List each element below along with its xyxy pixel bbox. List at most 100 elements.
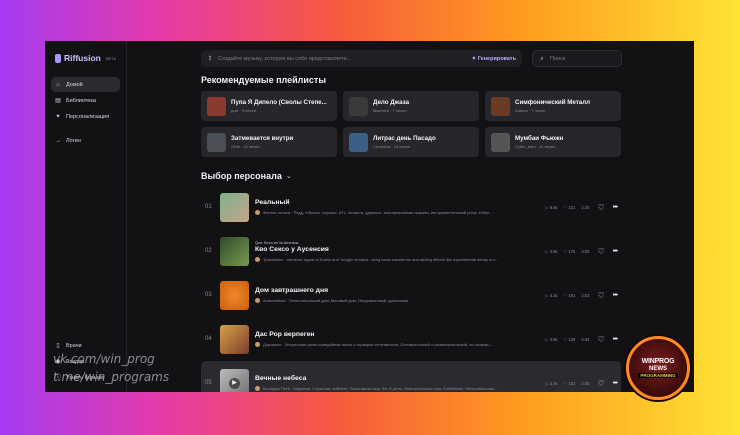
plays-count: ▷ 3.9к (545, 248, 558, 254)
track-title[interactable]: Реальный (255, 199, 537, 206)
playlist-cover (491, 132, 510, 152)
playlist-cover (491, 96, 510, 116)
login-icon: → (55, 137, 61, 144)
playlist-cover (207, 132, 226, 152)
track-cover (220, 192, 249, 222)
playlist-title: Дело Джаза (373, 99, 410, 106)
track-duration: 2:44 (581, 336, 590, 342)
staff-picks-header[interactable]: Выбор персонала ⌄ (201, 171, 622, 181)
track-cover (220, 236, 249, 266)
plays-count: ▷ 3.9к (545, 336, 558, 342)
generate-button[interactable]: ✦ Генерировать (472, 56, 516, 62)
doc-icon: ▯ (56, 342, 60, 349)
search-input[interactable]: ⌕ Поиск (532, 50, 622, 67)
riffusion-logo-icon (55, 53, 62, 63)
personalize-icon: ✦ (55, 113, 61, 120)
badge-line-2: NEWS (649, 366, 667, 372)
library-icon: ▤ (55, 97, 61, 104)
track-title[interactable]: Дас Рор верпеген (255, 331, 537, 338)
badge-line-1: WINPROG (641, 358, 675, 365)
like-icon[interactable]: ♡ (597, 379, 604, 388)
track-row[interactable]: 04 Дас Рор верпеген Дорокиин · Энергична… (201, 317, 621, 361)
playlist-title: Затмевается внутри (231, 135, 294, 142)
playlist-meta: Katona · 7 песен (515, 108, 546, 113)
brand[interactable]: Riffusion BETA (51, 51, 120, 65)
track-original-title: Que Sexo en la America (255, 240, 299, 245)
app-window: Riffusion BETA ⌂ Домой ▤ Библиотека ✦ Пе… (45, 41, 694, 392)
sidebar-item-label: Логин (66, 137, 81, 144)
sidebar-item-personalization[interactable]: ✦ Персонализация (51, 109, 120, 124)
track-description: Дорокиин · Энергичная фолк-комедийная пе… (263, 342, 493, 347)
playlist-meta: Ceramica · 10 песен (373, 144, 411, 149)
track-title[interactable]: Кво Сексо у Аусенсия (255, 246, 537, 253)
playlist-meta: Orbit · 10 песен (231, 144, 260, 149)
track-row[interactable]: 02 Que Sexo en la America Кво Сексо у Ау… (201, 229, 621, 273)
sidebar-item-docs[interactable]: ▯ Врачи (51, 338, 108, 353)
track-row[interactable]: 05 ▶ Вечные небеса Молодая Петя · Мирова… (201, 361, 621, 392)
upload-icon[interactable]: ⇪ (207, 56, 213, 62)
like-icon[interactable]: ♡ (597, 335, 604, 344)
track-title[interactable]: Дом завтрашнего дня (255, 287, 537, 294)
beta-badge: BETA (105, 55, 116, 61)
more-options-icon[interactable]: ••• (613, 336, 618, 343)
play-icon[interactable]: ▶ (229, 377, 240, 389)
topbar: ⇪ Создайте музыку, которую вы себе предс… (201, 50, 622, 67)
more-options-icon[interactable]: ••• (613, 248, 618, 255)
track-stats: ▷ 3.9к ♡ 175 3:25 (545, 249, 589, 254)
playlist-card[interactable]: Пупа Я Дипело (Сволы Степе... дом · 9 пес… (201, 91, 337, 121)
track-stats: ▷ 3.9к ♡ 129 2:44 (545, 337, 589, 342)
like-icon[interactable]: ♡ (597, 291, 604, 300)
avatar[interactable] (255, 386, 260, 391)
more-options-icon[interactable]: ••• (613, 204, 618, 211)
playlist-card[interactable]: Затмевается внутри Orbit · 10 песен (201, 127, 337, 157)
plays-count: ▷ 4.3к (545, 292, 558, 298)
sidebar-item-library[interactable]: ▤ Библиотека (51, 93, 120, 108)
prompt-input[interactable]: ⇪ Создайте музыку, которую вы себе предс… (201, 50, 522, 67)
like-icon[interactable]: ♡ (597, 247, 604, 256)
playlist-cover (349, 96, 368, 116)
playlists-heading: Рекомендуемые плейлисты (201, 75, 327, 85)
search-icon: ⌕ (540, 55, 544, 62)
avatar[interactable] (255, 210, 260, 215)
likes-count: ♡ 175 (563, 248, 576, 254)
home-icon: ⌂ (56, 81, 60, 88)
sidebar: Riffusion BETA ⌂ Домой ▤ Библиотека ✦ Пе… (45, 41, 127, 392)
track-cover (220, 280, 249, 310)
track-row[interactable]: 01 Реальный Фонтан голоса · Рэдд, хтбило… (201, 185, 621, 229)
playlist-title: Симфонический Металл (515, 99, 591, 106)
sidebar-item-label: Врачи (66, 342, 82, 349)
track-cover: ▶ (220, 368, 249, 392)
sidebar-item-label: Персонализация (66, 113, 110, 120)
track-title[interactable]: Вечные небеса (255, 375, 537, 382)
track-stats: ▷ 2.7к ♡ 152 2:45 (545, 381, 589, 386)
search-placeholder: Поиск (550, 55, 566, 62)
plays-count: ▷ 9.8к (545, 204, 558, 210)
track-duration: 3:25 (581, 248, 590, 254)
watermark-telegram: t.me/win_programs (53, 370, 170, 384)
likes-count: ♡ 129 (563, 336, 576, 342)
watermark-vk: vk.com/win_prog (53, 352, 155, 366)
more-options-icon[interactable]: ••• (613, 380, 618, 387)
track-row[interactable]: 03 Дом завтрашнего дня Алексейвиа · Техн… (201, 273, 621, 317)
playlist-card[interactable]: Дело Джаза Maverick · 7 песен (343, 91, 479, 121)
playlist-card[interactable]: Симфонический Металл Katona · 7 песен (485, 91, 621, 121)
track-description: Транеёжно · Immerse signal of Dublin and… (263, 257, 499, 262)
avatar[interactable] (255, 298, 260, 303)
track-cover (220, 324, 249, 354)
plays-count: ▷ 2.7к (545, 380, 558, 386)
track-duration: 2:45 (581, 380, 590, 386)
more-options-icon[interactable]: ••• (613, 292, 618, 299)
playlist-card[interactable]: Мумбаи Фьюжн Cyber_bam · 11 песен (485, 127, 621, 157)
main-content: ⇪ Создайте музыку, которую вы себе предс… (127, 41, 694, 392)
playlist-cover (207, 96, 226, 116)
badge-line-3: PROGRAMMING (638, 373, 678, 378)
like-icon[interactable]: ♡ (597, 203, 604, 212)
playlist-meta: Maverick · 7 песен (373, 108, 407, 113)
sidebar-item-home[interactable]: ⌂ Домой (51, 77, 120, 92)
sidebar-item-login[interactable]: → Логин (51, 133, 120, 148)
playlist-card[interactable]: Литрас день Пасадо Ceramica · 10 песен (343, 127, 479, 157)
playlist-title: Пупа Я Дипело (Сволы Степе... (231, 99, 327, 106)
avatar[interactable] (255, 342, 260, 347)
track-stats: ▷ 4.3к ♡ 161 2:53 (545, 293, 589, 298)
avatar[interactable] (255, 257, 260, 262)
